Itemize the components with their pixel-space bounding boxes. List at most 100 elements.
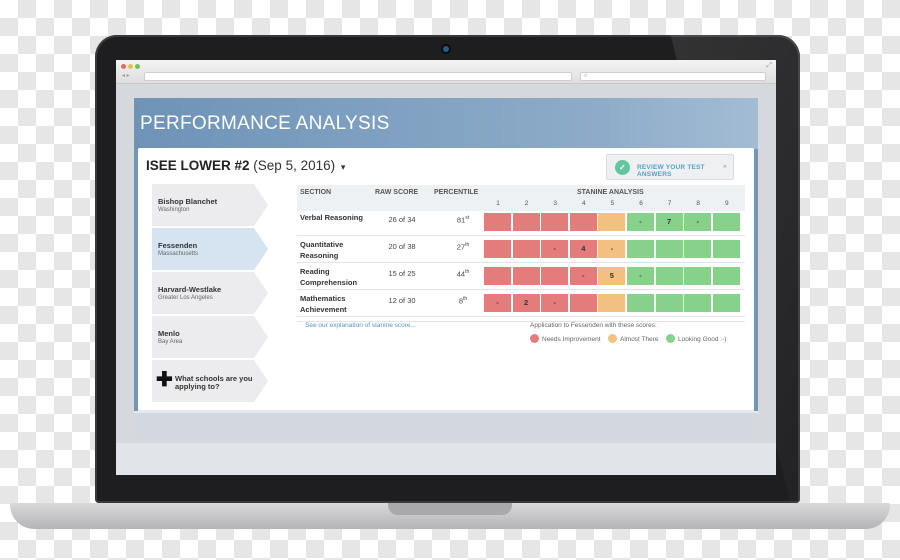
webcam-icon xyxy=(443,46,449,52)
fullscreen-icon[interactable]: ⤢ xyxy=(766,62,772,70)
stanine-cell xyxy=(712,294,741,312)
school-item-bishop-blanchet[interactable]: Bishop Blanchet Washington xyxy=(152,184,268,226)
school-name: Harvard-Westlake xyxy=(158,285,222,294)
percentile-suffix: th xyxy=(465,242,470,248)
stanine-explanation-link[interactable]: See our explanation of stanine score... xyxy=(305,322,416,329)
row-divider xyxy=(297,289,745,290)
app-footer-area xyxy=(134,413,758,443)
frame-right xyxy=(754,149,758,411)
stanine-cell xyxy=(627,294,655,312)
legend-dot-icon xyxy=(608,334,617,343)
percentile-value: 81 xyxy=(456,215,466,225)
school-location: Massachusetts xyxy=(158,251,199,257)
add-school-label: What schools are you applying to? xyxy=(175,374,253,391)
row-raw-score: 20 of 38 xyxy=(388,242,416,251)
review-answers-label: REVIEW YOUR TEST ANSWERS xyxy=(637,164,705,178)
header-section: SECTION xyxy=(300,189,332,196)
header-percentile: PERCENTILE xyxy=(434,189,479,196)
legend-label: Needs Improvement xyxy=(542,336,601,343)
caret-down-icon[interactable]: ▾ xyxy=(341,162,346,172)
stanine-column-3: 3 xyxy=(553,200,557,207)
row-raw-score: 26 of 34 xyxy=(388,215,416,224)
minimize-window-button[interactable] xyxy=(128,64,133,69)
legend-label: Almost There xyxy=(620,336,659,343)
stanine-cell xyxy=(512,240,541,258)
stanine-column-6: 6 xyxy=(639,200,643,207)
nav-arrows-icon[interactable]: ◂ ▸ xyxy=(122,72,130,79)
laptop-screen: ◂ ▸ ⌕ ⤢ PERFORMANCE ANALYSIS ISEE LOWER … xyxy=(116,60,776,475)
stanine-column-2: 2 xyxy=(524,200,529,207)
close-window-button[interactable] xyxy=(121,64,126,69)
school-item-harvard-westlake[interactable]: Harvard-Westlake Greater Los Angeles xyxy=(152,272,268,314)
stanine-cell xyxy=(684,240,713,258)
school-item-menlo[interactable]: Menlo Bay Area xyxy=(152,316,268,358)
clipboard-icon: ✓ xyxy=(615,160,630,175)
header-stanine: STANINE ANALYSIS xyxy=(577,189,644,196)
stanine-column-7: 7 xyxy=(667,200,672,207)
stanine-cell xyxy=(512,213,541,231)
review-answers-button[interactable]: ✓ REVIEW YOUR TEST ANSWERS » xyxy=(606,154,734,180)
browser-search-input[interactable]: ⌕ xyxy=(580,72,766,81)
test-name: ISEE LOWER #2 xyxy=(146,158,250,173)
legend-dot-icon xyxy=(530,334,539,343)
row-section-label: Reading Comprehension xyxy=(300,267,358,287)
percentile-value: 27 xyxy=(456,242,466,252)
page-title: PERFORMANCE ANALYSIS xyxy=(140,113,390,134)
stanine-column-1: 1 xyxy=(496,200,500,207)
header-raw-score: RAW SCORE xyxy=(375,189,419,196)
row-percentile: 8th xyxy=(438,296,488,306)
stanine-cell: 4 xyxy=(569,240,598,258)
stanine-cell: - xyxy=(541,294,570,312)
legend-item: Almost There xyxy=(608,334,659,343)
stanine-cell xyxy=(541,267,570,285)
stanine-cell xyxy=(627,240,655,258)
stanine-cell xyxy=(569,294,598,312)
stanine-cell xyxy=(655,294,684,312)
stanine-column-4: 4 xyxy=(581,200,586,207)
stanine-cell xyxy=(512,267,541,285)
row-divider xyxy=(297,235,745,236)
row-divider xyxy=(297,316,745,317)
school-name: Fessenden xyxy=(158,241,198,250)
row-section-label: Quantitative Reasoning xyxy=(300,240,344,260)
stanine-cell xyxy=(484,240,512,258)
legend-title: Application to Fessenden with these scor… xyxy=(530,322,657,329)
school-location: Bay Area xyxy=(158,339,183,345)
legend-dot-icon xyxy=(666,334,675,343)
percentile-value: 44 xyxy=(456,269,466,279)
stanine-cell xyxy=(712,267,741,285)
row-percentile: 81st xyxy=(438,215,488,225)
add-school-button[interactable]: ✚ What schools are you applying to? xyxy=(152,360,268,402)
stanine-column-9: 9 xyxy=(724,200,729,207)
percentile-suffix: th xyxy=(465,269,470,275)
stanine-cell xyxy=(655,267,684,285)
stanine-cell xyxy=(569,213,598,231)
stanine-cell: - xyxy=(569,267,598,285)
stanine-cell: - xyxy=(598,240,627,258)
row-raw-score: 15 of 25 xyxy=(388,269,416,278)
stanine-cell xyxy=(712,240,741,258)
test-selector[interactable]: ISEE LOWER #2 (Sep 5, 2016) ▾ xyxy=(146,158,345,173)
stanine-cell: 2 xyxy=(512,294,541,312)
row-section-label: Mathematics Achievement xyxy=(300,294,347,314)
stanine-cell: - xyxy=(627,213,655,231)
chevron-right-icon: » xyxy=(723,163,727,170)
maximize-window-button[interactable] xyxy=(135,64,140,69)
stanine-cell xyxy=(484,267,512,285)
school-name: Bishop Blanchet xyxy=(158,197,218,206)
search-icon: ⌕ xyxy=(584,73,588,79)
stanine-column-8: 8 xyxy=(696,200,700,207)
percentile-suffix: th xyxy=(463,296,468,302)
page-bottom xyxy=(116,443,776,475)
school-name: Menlo xyxy=(158,329,180,338)
plus-icon: ✚ xyxy=(156,369,173,391)
stanine-cell xyxy=(541,213,570,231)
school-location: Greater Los Angeles xyxy=(158,295,213,301)
stanine-cell: 5 xyxy=(598,267,627,285)
school-location: Washington xyxy=(158,207,190,213)
row-section-label: Verbal Reasoning xyxy=(300,213,363,222)
address-bar[interactable] xyxy=(144,72,572,81)
school-item-fessenden[interactable]: Fessenden Massachusetts xyxy=(152,228,268,270)
laptop-notch xyxy=(388,503,512,515)
percentile-suffix: st xyxy=(465,215,470,221)
